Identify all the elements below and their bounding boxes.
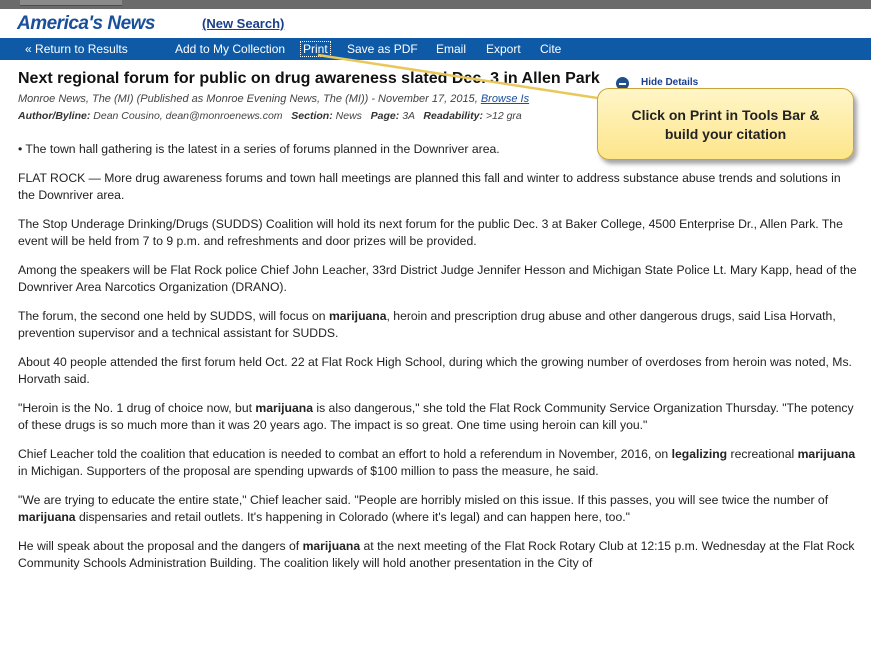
page-value: 3A [402, 110, 415, 122]
article-paragraph: FLAT ROCK — More drug awareness forums a… [18, 170, 858, 204]
paragraph-text: The forum, the second one held by SUDDS,… [18, 309, 329, 323]
readability-label: Readability: [423, 110, 483, 122]
paragraph-text: FLAT ROCK — More drug awareness forums a… [18, 171, 841, 202]
callout-line-2: build your citation [664, 126, 787, 142]
paragraph-text: He will speak about the proposal and the… [18, 539, 303, 553]
browser-top-strip [0, 0, 871, 9]
callout-line-1: Click on Print in Tools Bar & [631, 107, 820, 123]
source-line: Monroe News, The (MI) (Published as Monr… [18, 93, 530, 105]
new-search-link[interactable]: (New Search) [202, 16, 284, 31]
instruction-callout: Click on Print in Tools Bar & build your… [597, 88, 854, 160]
paragraph-text: "Heroin is the No. 1 drug of choice now,… [18, 401, 256, 415]
article-paragraph: The forum, the second one held by SUDDS,… [18, 308, 858, 342]
paragraph-text: "We are trying to educate the entire sta… [18, 493, 829, 507]
article-paragraph: About 40 people attended the first forum… [18, 354, 858, 388]
paragraph-text: Among the speakers will be Flat Rock pol… [18, 263, 857, 294]
page-label: Page: [370, 110, 400, 122]
paragraph-text: • The town hall gathering is the latest … [18, 142, 500, 156]
author-value: Dean Cousino, dean@monroenews.com [93, 110, 283, 122]
paragraph-text: The Stop Underage Drinking/Drugs (SUDDS)… [18, 217, 843, 248]
highlighted-term: marijuana [797, 447, 856, 461]
article-paragraph: Chief Leacher told the coalition that ed… [18, 446, 858, 480]
paragraph-text: About 40 people attended the first forum… [18, 355, 852, 386]
export-button[interactable]: Export [486, 42, 521, 56]
hide-details-link[interactable]: Hide Details [641, 77, 698, 88]
article-title: Next regional forum for public on drug a… [18, 70, 600, 87]
email-button[interactable]: Email [436, 42, 466, 56]
section-label: Section: [291, 110, 333, 122]
highlighted-term: legalizing [671, 447, 728, 461]
browse-issue-link[interactable]: Browse Is [481, 93, 529, 105]
save-as-pdf-button[interactable]: Save as PDF [347, 42, 418, 56]
print-button[interactable]: Print [300, 41, 331, 57]
article-body: • The town hall gathering is the latest … [18, 141, 858, 584]
paragraph-text: in Michigan. Supporters of the proposal … [18, 464, 599, 478]
double-chevron-left-icon: « [25, 42, 32, 56]
article-paragraph: He will speak about the proposal and the… [18, 538, 858, 572]
highlighted-term: marijuana [328, 309, 387, 323]
source-text: Monroe News, The (MI) (Published as Monr… [18, 93, 475, 105]
paragraph-text: dispensaries and retail outlets. It's ha… [75, 510, 630, 524]
article-paragraph: The Stop Underage Drinking/Drugs (SUDDS)… [18, 216, 858, 250]
article-paragraph: Among the speakers will be Flat Rock pol… [18, 262, 858, 296]
section-value: News [335, 110, 362, 122]
paragraph-text: recreational [727, 447, 798, 461]
author-label: Author/Byline: [18, 110, 91, 122]
tools-bar: « Return to Results Add to My Collection… [0, 38, 871, 60]
highlighted-term: marijuana [18, 510, 76, 524]
paragraph-text: Chief Leacher told the coalition that ed… [18, 447, 672, 461]
article-paragraph: "Heroin is the No. 1 drug of choice now,… [18, 400, 858, 434]
browser-tab[interactable] [20, 0, 122, 6]
readability-value: >12 gra [485, 110, 522, 122]
highlighted-term: marijuana [302, 539, 361, 553]
brand-logo: America's News [17, 13, 156, 34]
article-paragraph: "We are trying to educate the entire sta… [18, 492, 858, 526]
return-to-results-button[interactable]: « Return to Results [25, 42, 128, 56]
byline: Author/Byline: Dean Cousino, dean@monroe… [18, 110, 522, 122]
add-to-collection-button[interactable]: Add to My Collection [175, 42, 285, 56]
return-to-results-label: Return to Results [35, 42, 128, 56]
cite-button[interactable]: Cite [540, 42, 561, 56]
highlighted-term: marijuana [255, 401, 313, 415]
brand-row: America's News (New Search) [0, 9, 871, 38]
